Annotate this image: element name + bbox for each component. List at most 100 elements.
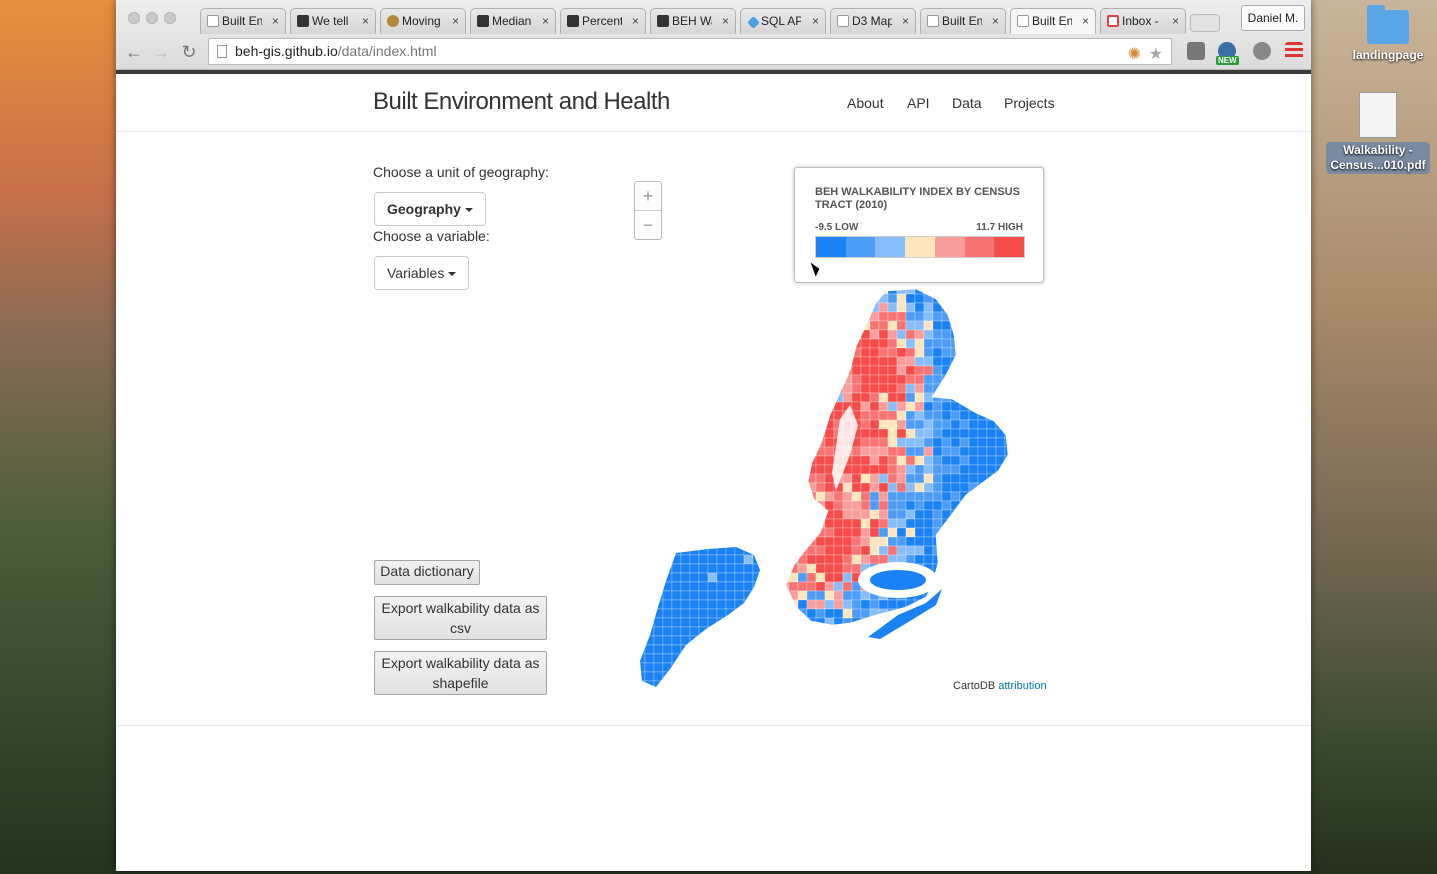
pocket-icon[interactable] xyxy=(1187,42,1205,60)
census-tract[interactable] xyxy=(680,464,691,475)
census-tract[interactable] xyxy=(797,338,808,349)
census-tract[interactable] xyxy=(752,383,763,394)
census-tract[interactable] xyxy=(680,590,691,601)
census-tract[interactable] xyxy=(689,374,700,385)
census-tract[interactable] xyxy=(932,410,943,421)
census-tract[interactable] xyxy=(860,446,871,457)
census-tract[interactable] xyxy=(698,455,709,466)
census-tract[interactable] xyxy=(1014,429,1023,438)
census-tract[interactable] xyxy=(636,500,646,511)
census-tract[interactable] xyxy=(788,374,799,385)
census-tract[interactable] xyxy=(887,545,898,556)
census-tract[interactable] xyxy=(932,347,943,358)
census-tract[interactable] xyxy=(1032,393,1041,402)
census-tract[interactable] xyxy=(689,320,700,331)
census-tract[interactable] xyxy=(896,329,907,340)
census-tract[interactable] xyxy=(977,356,988,367)
census-tract[interactable] xyxy=(833,338,844,349)
census-tract[interactable] xyxy=(1004,491,1014,502)
census-tract[interactable] xyxy=(914,293,925,304)
census-tract[interactable] xyxy=(636,365,646,376)
census-tract[interactable] xyxy=(1023,501,1032,510)
census-tract[interactable] xyxy=(653,491,664,502)
census-tract[interactable] xyxy=(734,455,745,466)
census-tract[interactable] xyxy=(941,509,952,520)
census-tract[interactable] xyxy=(653,500,664,511)
census-tract[interactable] xyxy=(689,608,700,619)
census-tract[interactable] xyxy=(653,518,664,529)
census-tract[interactable] xyxy=(851,365,862,376)
census-tract[interactable] xyxy=(770,527,781,538)
export-csv-button[interactable]: Export walkability data as csv xyxy=(374,596,547,640)
census-tract[interactable] xyxy=(932,302,943,313)
census-tract[interactable] xyxy=(942,690,951,695)
census-tract[interactable] xyxy=(1032,546,1041,555)
census-tract[interactable] xyxy=(761,383,772,394)
census-tract[interactable] xyxy=(707,509,718,520)
census-tract[interactable] xyxy=(671,527,682,538)
census-tract[interactable] xyxy=(698,347,709,358)
census-tract[interactable] xyxy=(680,653,691,664)
census-tract[interactable] xyxy=(860,347,871,358)
census-tract[interactable] xyxy=(941,419,952,430)
census-tract[interactable] xyxy=(1032,366,1041,375)
census-tract[interactable] xyxy=(1004,293,1014,304)
census-tract[interactable] xyxy=(698,527,709,538)
census-tract[interactable] xyxy=(707,464,718,475)
census-tract[interactable] xyxy=(941,401,952,412)
census-tract[interactable] xyxy=(932,285,943,295)
census-tract[interactable] xyxy=(842,536,853,547)
census-tract[interactable] xyxy=(834,690,843,695)
census-tract[interactable] xyxy=(1004,347,1014,358)
census-tract[interactable] xyxy=(977,545,988,556)
census-tract[interactable] xyxy=(950,644,961,655)
census-tract[interactable] xyxy=(869,293,880,304)
census-tract[interactable] xyxy=(833,509,844,520)
census-tract[interactable] xyxy=(968,563,979,574)
census-tract[interactable] xyxy=(878,311,889,322)
census-tract[interactable] xyxy=(1014,348,1023,357)
census-tract[interactable] xyxy=(671,437,682,448)
census-tract[interactable] xyxy=(636,446,646,457)
census-tract[interactable] xyxy=(887,410,898,421)
census-tract[interactable] xyxy=(743,356,754,367)
census-tract[interactable] xyxy=(833,374,844,385)
census-tract[interactable] xyxy=(878,383,889,394)
browser-tab[interactable]: BEH Walkability× xyxy=(650,8,736,34)
census-tract[interactable] xyxy=(815,545,826,556)
census-tract[interactable] xyxy=(824,680,835,690)
census-tract[interactable] xyxy=(851,680,862,690)
census-tract[interactable] xyxy=(860,392,871,403)
census-tract[interactable] xyxy=(1014,501,1023,510)
census-tract[interactable] xyxy=(851,374,862,385)
census-tract[interactable] xyxy=(716,374,727,385)
census-tract[interactable] xyxy=(941,473,952,484)
census-tract[interactable] xyxy=(977,518,988,529)
census-tract[interactable] xyxy=(725,527,736,538)
census-tract[interactable] xyxy=(869,599,880,610)
census-tract[interactable] xyxy=(689,509,700,520)
census-tract[interactable] xyxy=(698,671,709,682)
census-tract[interactable] xyxy=(1004,653,1014,664)
census-tract[interactable] xyxy=(779,302,790,313)
census-tract[interactable] xyxy=(734,491,745,502)
census-tract[interactable] xyxy=(761,590,772,601)
browser-tab[interactable]: Moving × xyxy=(380,8,466,34)
census-tract[interactable] xyxy=(654,690,663,695)
census-tract[interactable] xyxy=(653,581,664,592)
census-tract[interactable] xyxy=(788,392,799,403)
census-tract[interactable] xyxy=(680,662,691,673)
census-tract[interactable] xyxy=(716,554,727,565)
census-tract[interactable] xyxy=(707,383,718,394)
census-tract[interactable] xyxy=(636,536,646,547)
census-tract[interactable] xyxy=(671,311,682,322)
census-tract[interactable] xyxy=(1004,410,1014,421)
census-tract[interactable] xyxy=(707,653,718,664)
census-tract[interactable] xyxy=(653,509,664,520)
census-tract[interactable] xyxy=(716,626,727,637)
census-tract[interactable] xyxy=(761,536,772,547)
census-tract[interactable] xyxy=(770,626,781,637)
census-tract[interactable] xyxy=(968,293,979,304)
census-tract[interactable] xyxy=(1023,654,1032,663)
census-tract[interactable] xyxy=(653,590,664,601)
